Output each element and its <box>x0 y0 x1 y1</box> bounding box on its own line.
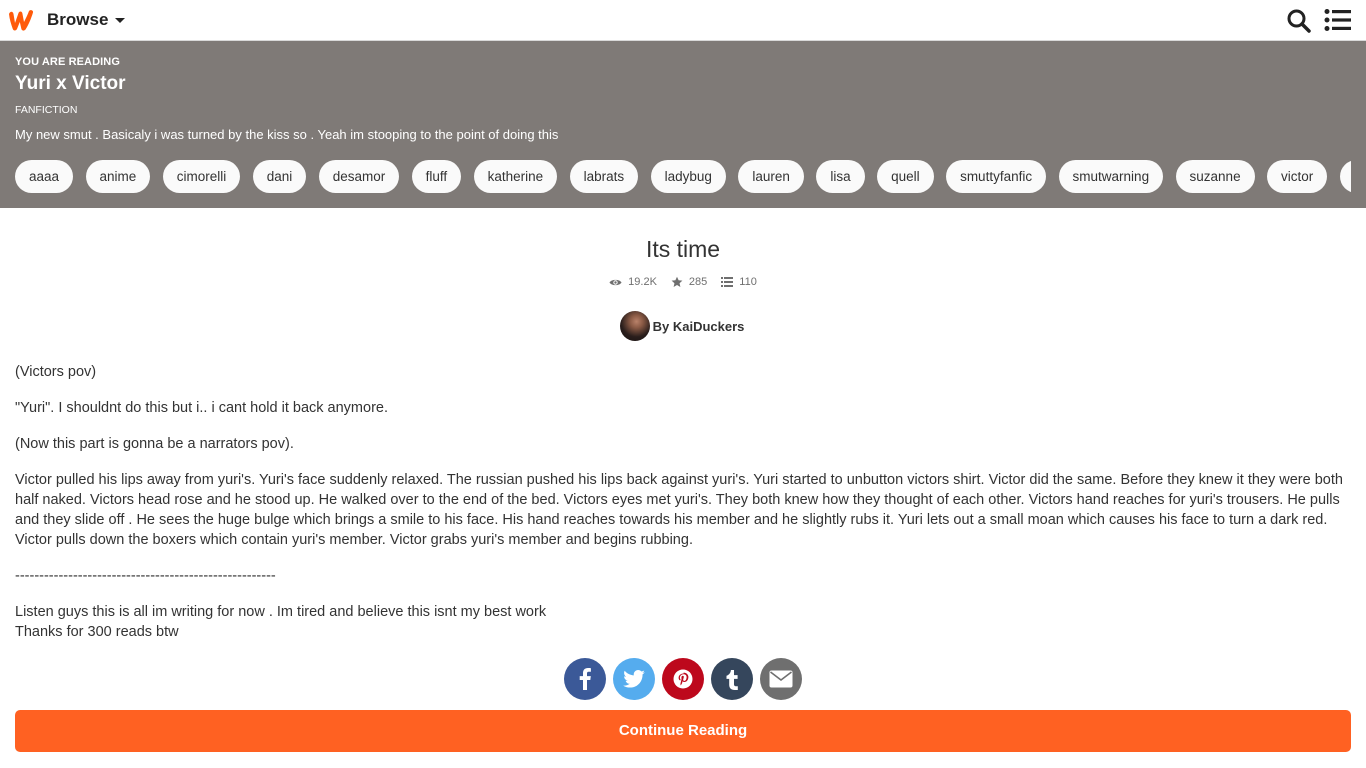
twitter-icon <box>623 670 645 688</box>
avatar[interactable] <box>619 311 650 341</box>
pinterest-icon <box>673 669 693 689</box>
story-description: My new smut . Basicaly i was turned by t… <box>15 127 559 142</box>
share-bar <box>0 658 1366 700</box>
part-stats: 19.2K 285 110 <box>0 276 1366 288</box>
tag[interactable]: fluff <box>411 160 462 193</box>
votes-stat: 285 <box>671 276 707 288</box>
paragraph: Thanks for 300 reads btw <box>15 624 179 640</box>
search-icon[interactable] <box>1286 8 1312 34</box>
reads-count: 19.2K <box>628 276 657 288</box>
story-category[interactable]: FANFICTION <box>15 104 77 116</box>
tag[interactable]: katherine <box>473 160 558 193</box>
share-email-button[interactable] <box>760 658 802 700</box>
tumblr-icon <box>726 670 738 690</box>
tag[interactable]: anime <box>85 160 151 193</box>
tag[interactable]: cimorelli <box>162 160 241 193</box>
author-name[interactable]: By KaiDuckers <box>653 319 745 334</box>
story-banner: YOU ARE READING Yuri x Victor FANFICTION… <box>0 41 1366 208</box>
parts-count: 110 <box>739 276 757 288</box>
tag[interactable]: quell <box>877 160 934 193</box>
browse-menu[interactable]: Browse <box>47 10 126 30</box>
story-title[interactable]: Yuri x Victor <box>15 73 126 95</box>
eye-icon <box>609 279 622 285</box>
tag[interactable]: lisa <box>816 160 865 193</box>
share-tumblr-button[interactable] <box>711 658 753 700</box>
paragraph: "Yuri". I shouldnt do this but i.. i can… <box>15 400 388 416</box>
paragraph: Listen guys this is all im writing for n… <box>15 604 547 620</box>
browse-label: Browse <box>47 10 109 29</box>
email-icon <box>769 670 793 688</box>
votes-count: 285 <box>688 276 708 288</box>
author-info: By KaiDuckers <box>0 311 1366 341</box>
paragraph: (Now this part is gonna be a narrators p… <box>15 436 294 452</box>
story-body: (Victors pov) "Yuri". I shouldnt do this… <box>15 362 1355 642</box>
caret-down-icon <box>115 17 126 23</box>
part-title: Its time <box>645 236 721 262</box>
share-facebook-button[interactable] <box>564 658 606 700</box>
share-pinterest-button[interactable] <box>662 658 704 700</box>
tag[interactable]: ladybug <box>650 160 726 193</box>
list-icon <box>721 277 734 287</box>
share-twitter-button[interactable] <box>613 658 655 700</box>
reads-stat: 19.2K <box>609 276 657 288</box>
paragraph: (Victors pov) <box>15 364 97 380</box>
you-are-reading-label: YOU ARE READING <box>15 56 120 68</box>
tag[interactable]: smuttyfanfic <box>946 160 1047 193</box>
parts-stat: 110 <box>721 276 757 288</box>
tag[interactable]: aaaa <box>15 160 74 193</box>
tag[interactable]: dani <box>252 160 307 193</box>
wattpad-logo-icon[interactable] <box>7 8 35 32</box>
star-icon <box>671 276 683 287</box>
tag[interactable]: smutwarning <box>1058 160 1164 193</box>
tag-list: aaaa anime cimorelli dani desamor fluff … <box>15 160 1351 194</box>
tag[interactable]: suzanne <box>1175 160 1255 193</box>
continue-reading-button[interactable]: Continue Reading <box>15 710 1351 752</box>
tag[interactable]: desamor <box>318 160 400 193</box>
tag[interactable]: lauren <box>738 160 804 193</box>
list-menu-icon[interactable] <box>1324 8 1352 32</box>
divider-line: ----------------------------------------… <box>15 568 276 584</box>
paragraph: Victor pulled his lips away from yuri's.… <box>15 472 1343 548</box>
tag[interactable]: wat <box>1339 160 1351 193</box>
tag[interactable]: labrats <box>569 160 639 193</box>
facebook-icon <box>579 668 591 690</box>
top-nav: Browse <box>0 0 1366 41</box>
tag[interactable]: victor <box>1267 160 1328 193</box>
